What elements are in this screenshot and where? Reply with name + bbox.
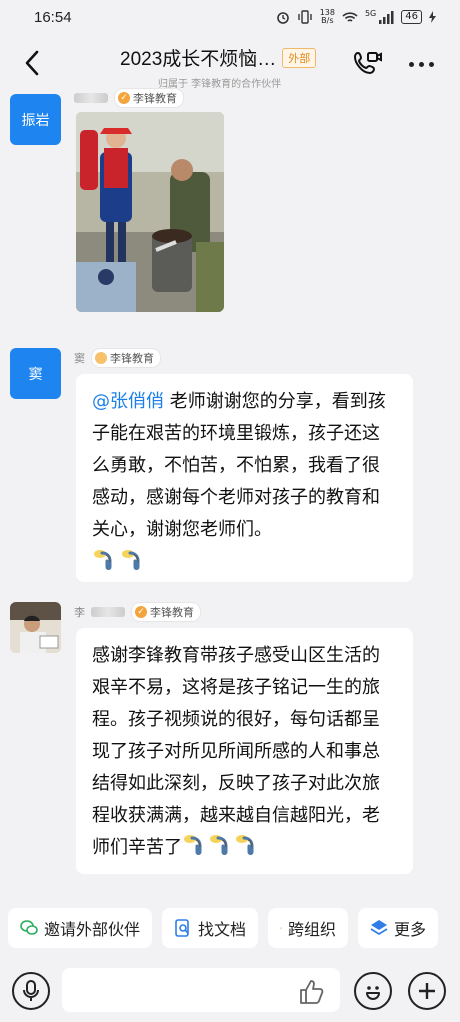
status-icons: 138 B/s 5G 46 bbox=[276, 9, 436, 25]
org-badge: ✓ 李锋教育 bbox=[114, 88, 184, 108]
mention-link[interactable]: @张俏俏 bbox=[92, 391, 164, 412]
doc-search-icon bbox=[175, 919, 189, 937]
charging-icon bbox=[429, 11, 436, 23]
shake-hands-emoji-icon bbox=[210, 835, 228, 855]
sender-name: 窦 bbox=[74, 352, 85, 365]
message-item: 李 ✓ 李锋教育 感谢李锋教育带孩子感受山区生活的艰辛不易，这将是孩子铭记一生的旅… bbox=[0, 602, 460, 882]
quick-action-button[interactable]: 找文档 bbox=[162, 908, 259, 948]
message-text: 老师谢谢您的分享，看到孩子能在艰苦的环境里锻炼，孩子还这么勇敢，不怕苦，不怕累，… bbox=[92, 391, 386, 540]
verified-icon bbox=[95, 352, 107, 364]
quick-action-button[interactable]: 跨组织 bbox=[268, 908, 349, 948]
alarm-icon bbox=[276, 12, 289, 24]
chat-subtitle: 归属于 李锋教育的合作伙伴 bbox=[158, 79, 282, 90]
org-badge: ✓ 李锋教育 bbox=[131, 602, 201, 622]
wifi-icon bbox=[342, 11, 358, 22]
emoji-row bbox=[92, 548, 397, 572]
shake-hands-emoji-icon bbox=[184, 835, 202, 855]
emoji-button[interactable] bbox=[354, 972, 392, 1010]
chat-title: 2023成长不烦恼… bbox=[120, 49, 277, 70]
avatar-text: 振岩 bbox=[21, 112, 50, 129]
message-item: 振岩 ✓ 李锋教育 bbox=[0, 88, 460, 319]
smiley-icon bbox=[366, 986, 380, 1000]
sender-name: 李 bbox=[74, 606, 85, 619]
message-bubble[interactable]: @张俏俏 老师谢谢您的分享，看到孩子能在艰苦的环境里锻炼，孩子还这么勇敢，不怕苦… bbox=[76, 374, 413, 582]
dot-icon bbox=[418, 61, 424, 67]
battery-level: 46 bbox=[401, 10, 422, 24]
sender-name-blurred bbox=[91, 607, 125, 617]
org-name: 李锋教育 bbox=[133, 92, 177, 105]
net-speed: 138 B/s bbox=[320, 9, 335, 25]
thumbs-up-icon[interactable] bbox=[298, 978, 326, 1006]
message-bubble[interactable]: 感谢李锋教育带孩子感受山区生活的艰辛不易，这将是孩子铭记一生的旅程。孩子视频说的… bbox=[76, 628, 413, 874]
add-button[interactable] bbox=[408, 972, 446, 1010]
wechat-icon bbox=[20, 920, 38, 935]
quick-action-label: 更多 bbox=[394, 920, 427, 939]
back-button[interactable] bbox=[18, 48, 46, 78]
avatar-text: 窦 bbox=[28, 366, 43, 383]
sender-row: 窦 李锋教育 bbox=[74, 348, 161, 368]
more-apps-icon bbox=[370, 920, 388, 936]
quick-action-button[interactable]: 邀请外部伙伴 bbox=[8, 908, 153, 948]
person-icon bbox=[280, 927, 282, 929]
avatar[interactable]: 窦 bbox=[10, 348, 61, 399]
signal-label: 5G bbox=[364, 8, 377, 18]
voice-button[interactable] bbox=[12, 972, 50, 1010]
external-badge: 外部 bbox=[282, 47, 317, 68]
shake-hands-emoji-icon bbox=[122, 550, 140, 570]
sender-row: 李 ✓ 李锋教育 bbox=[74, 602, 201, 622]
sender-row: ✓ 李锋教育 bbox=[74, 88, 184, 108]
dot-icon bbox=[408, 61, 414, 67]
shake-hands-emoji-icon bbox=[94, 550, 112, 570]
verified-icon: ✓ bbox=[118, 92, 130, 104]
status-time: 16:54 bbox=[34, 8, 72, 26]
chevron-left-icon bbox=[25, 50, 39, 76]
avatar[interactable]: 振岩 bbox=[10, 94, 61, 145]
status-bar: 16:54 138 B/s 5G 46 bbox=[0, 0, 460, 34]
dot-icon bbox=[428, 61, 434, 67]
net-speed-unit: B/s bbox=[321, 16, 334, 25]
chat-header: 2023成长不烦恼… 外部 归属于 李锋教育的合作伙伴 bbox=[0, 34, 460, 94]
verified-icon: ✓ bbox=[135, 606, 147, 618]
shake-hands-emoji-icon bbox=[236, 835, 254, 855]
photo-content bbox=[76, 112, 224, 312]
quick-action-label: 跨组织 bbox=[288, 920, 337, 939]
more-options-button[interactable] bbox=[404, 48, 438, 80]
input-bar bbox=[0, 960, 460, 1022]
org-badge: 李锋教育 bbox=[91, 348, 161, 368]
avatar-photo bbox=[10, 602, 61, 653]
avatar[interactable] bbox=[10, 602, 61, 653]
vibrate-icon bbox=[297, 10, 312, 24]
shared-photo[interactable] bbox=[76, 112, 224, 312]
phone-video-icon bbox=[353, 51, 382, 75]
quick-action-label: 邀请外部伙伴 bbox=[44, 920, 141, 939]
quick-actions-bar: 邀请外部伙伴 找文档 跨组织 更多 bbox=[8, 908, 460, 950]
microphone-icon bbox=[23, 980, 39, 1001]
signal-icon bbox=[379, 10, 394, 24]
quick-action-label: 找文档 bbox=[198, 920, 247, 939]
org-name: 李锋教育 bbox=[150, 606, 194, 619]
message-text: 感谢李锋教育带孩子感受山区生活的艰辛不易，这将是孩子铭记一生的旅程。孩子视频说的… bbox=[92, 645, 380, 858]
sender-name-blurred bbox=[74, 93, 108, 103]
chat-title-area[interactable]: 2023成长不烦恼… 外部 归属于 李锋教育的合作伙伴 bbox=[120, 44, 350, 90]
org-name: 李锋教育 bbox=[110, 352, 154, 365]
call-button[interactable] bbox=[352, 48, 384, 80]
plus-icon bbox=[419, 983, 435, 999]
quick-action-button[interactable]: 更多 bbox=[358, 908, 439, 948]
message-item: 窦 窦 李锋教育 @张俏俏 老师谢谢您的分享，看到孩子能在艰苦的环境里锻炼，孩子… bbox=[0, 348, 460, 582]
